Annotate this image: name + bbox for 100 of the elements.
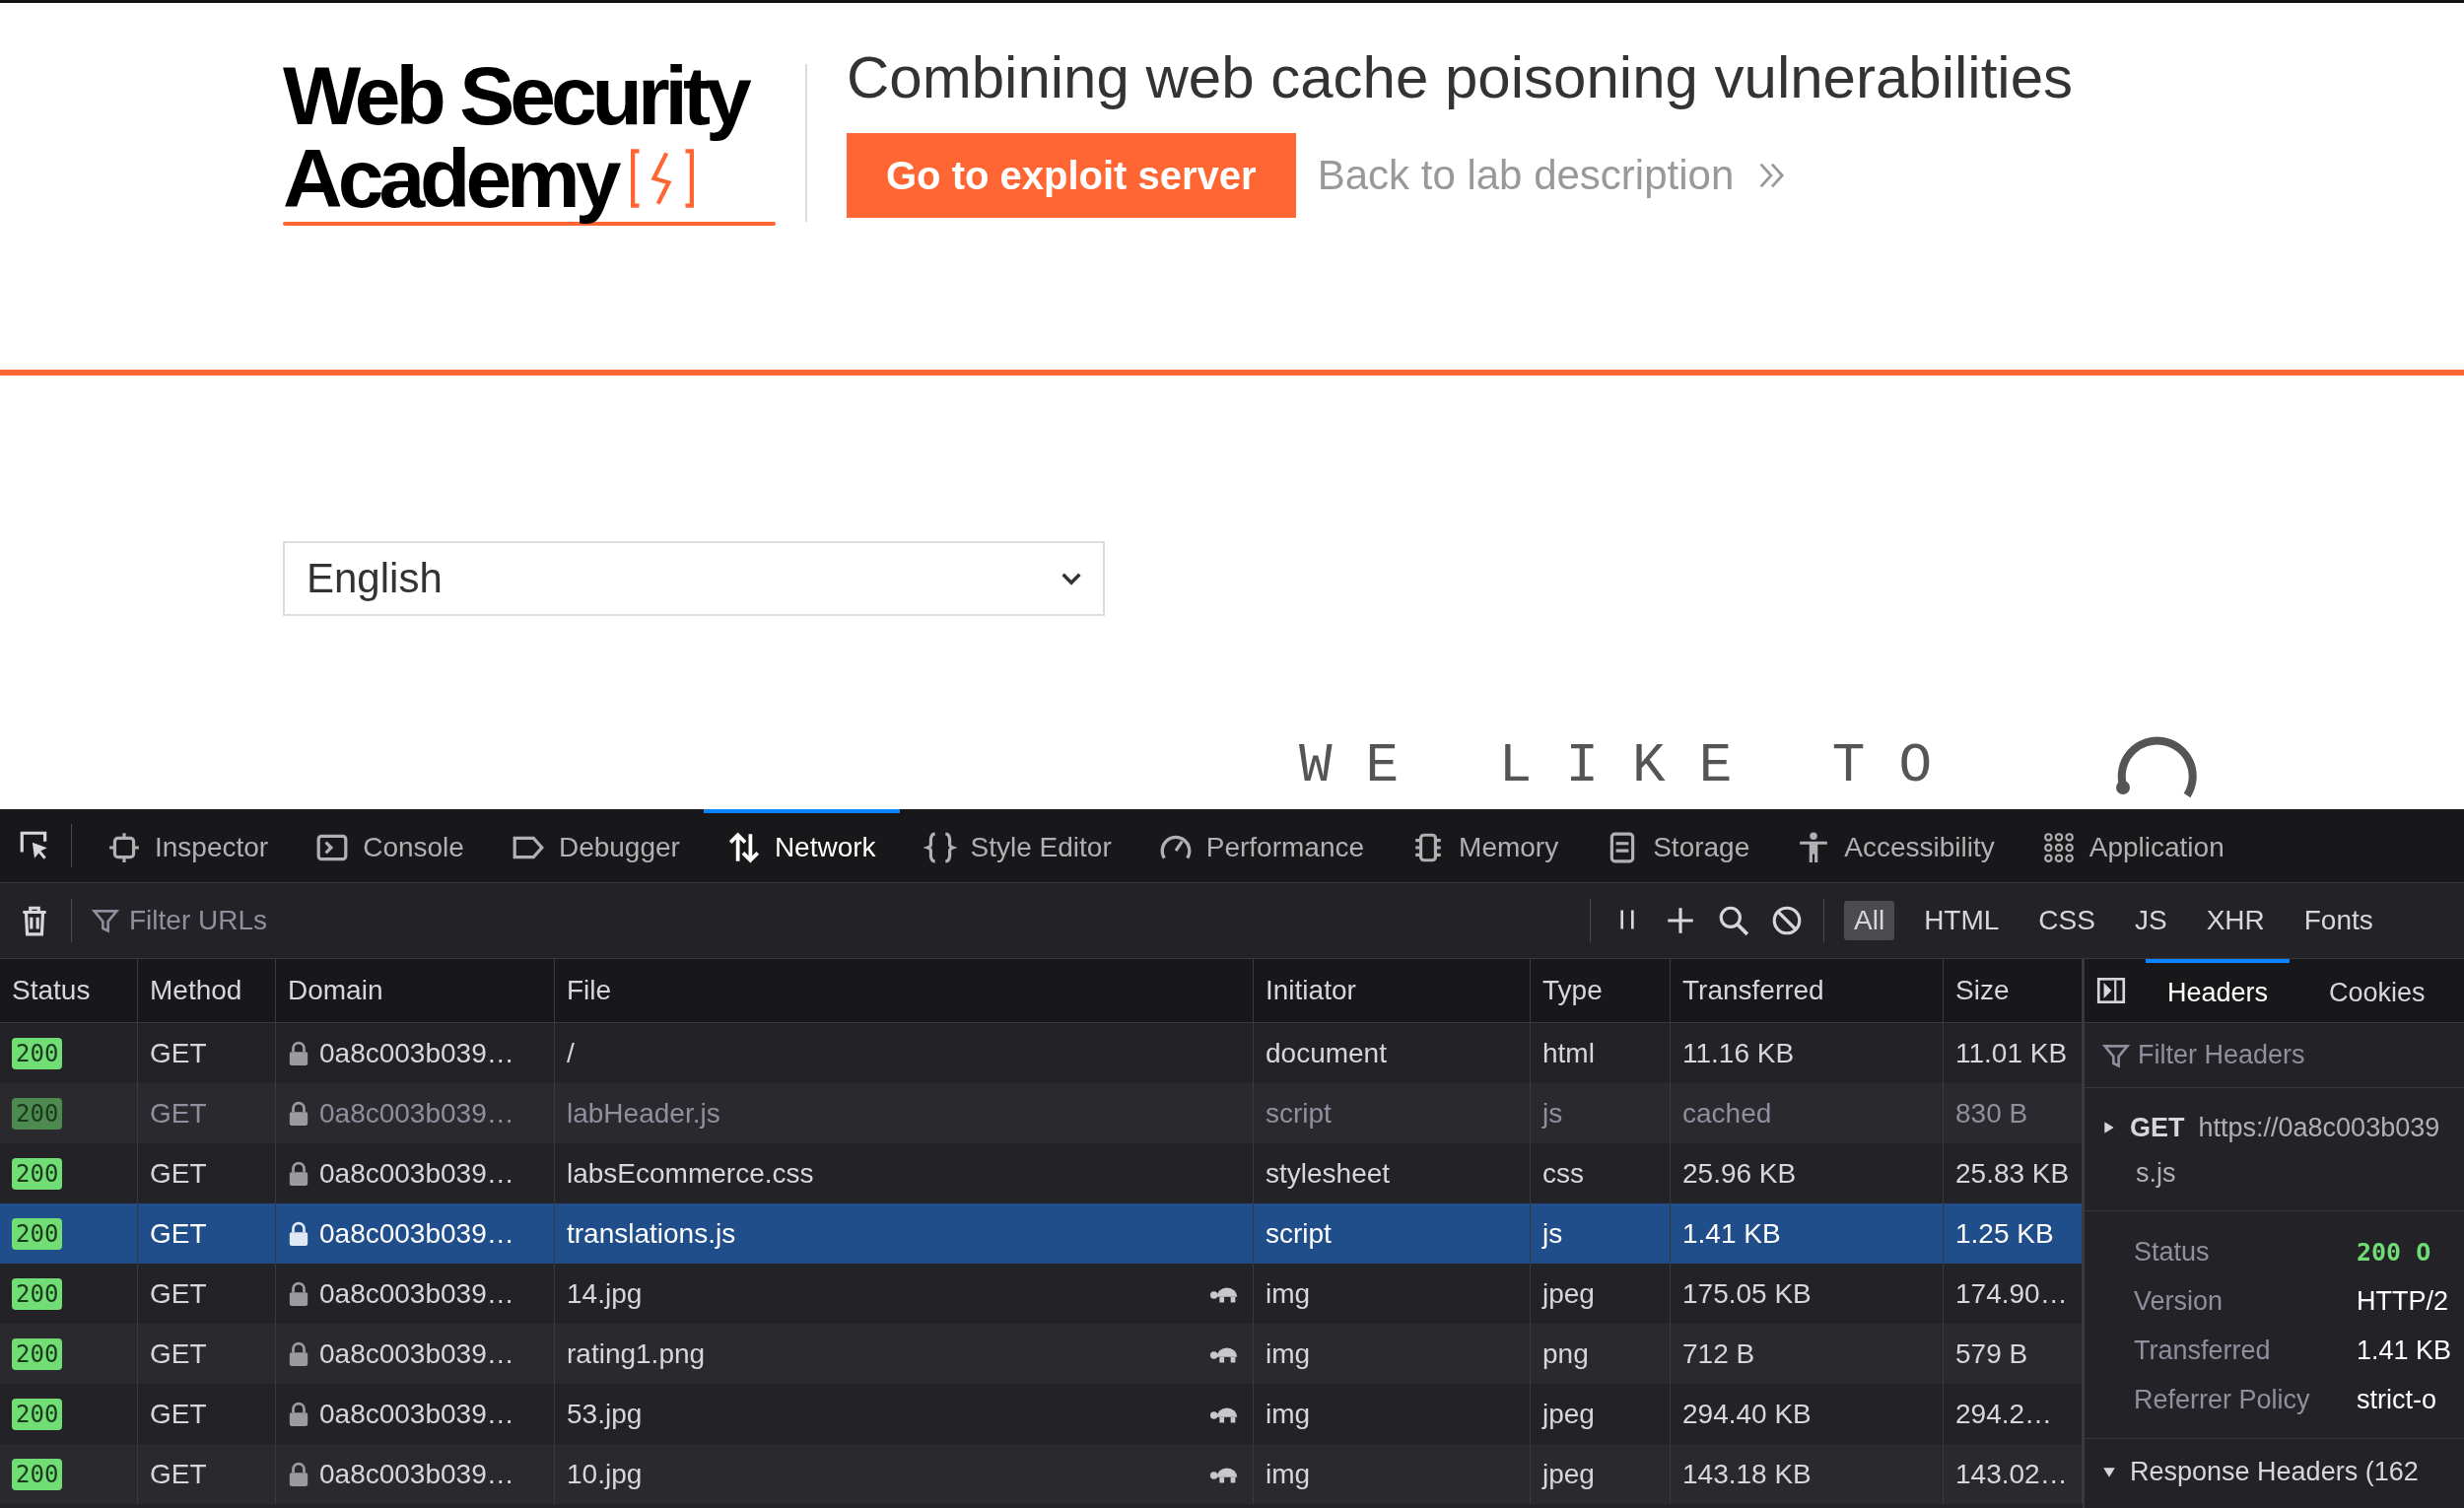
request-url: https://0a8c003b039 xyxy=(2198,1112,2440,1143)
sidebar-tab[interactable]: Cookies xyxy=(2307,959,2447,1023)
column-header[interactable]: Size xyxy=(1944,959,2083,1022)
section-heading[interactable]: Response Headers (162 xyxy=(2130,1457,2419,1487)
type-text: png xyxy=(1542,1337,1589,1370)
method-text: GET xyxy=(150,1157,207,1190)
type-text: jpeg xyxy=(1542,1398,1595,1430)
logo: Web Security Academy xyxy=(283,42,795,226)
devtools-tab[interactable]: Style Editor xyxy=(899,809,1135,883)
lock-icon xyxy=(288,1340,309,1367)
domain-text: 0a8c003b039… xyxy=(319,1037,514,1069)
initiator-text: document xyxy=(1266,1037,1387,1069)
type-filter-button[interactable]: CSS xyxy=(2028,901,2105,940)
initiator-text: img xyxy=(1266,1277,1311,1310)
sidebar-tab[interactable]: Headers xyxy=(2146,959,2291,1023)
domain-text: 0a8c003b039… xyxy=(319,1217,514,1250)
method-text: GET xyxy=(150,1277,207,1310)
block-icon[interactable] xyxy=(1770,904,1804,937)
devtools-tab[interactable]: Application xyxy=(2018,809,2248,883)
file-name: 10.jpg xyxy=(567,1458,643,1490)
type-filter-button[interactable]: HTML xyxy=(1914,901,2010,940)
request-row[interactable]: 200 GET 0a8c003b039… translations.js script js 1.41 KB 1.25 KB xyxy=(0,1203,2083,1264)
type-text: jpeg xyxy=(1542,1458,1595,1490)
transferred-text: 712 B xyxy=(1682,1337,1755,1370)
initiator-text: img xyxy=(1266,1458,1311,1490)
devtools-tab[interactable]: Inspector xyxy=(84,809,293,883)
field-label: Status xyxy=(2134,1236,2211,1268)
expand-arrow-icon[interactable] xyxy=(2102,1465,2116,1479)
file-name: rating1.png xyxy=(567,1337,706,1370)
method-text: GET xyxy=(150,1337,207,1370)
request-url: s.js xyxy=(2135,1157,2177,1190)
devtools-tab[interactable]: Performance xyxy=(1134,809,1389,883)
lock-icon xyxy=(288,1160,309,1187)
status-badge: 200 xyxy=(12,1277,63,1310)
devtools-tab[interactable]: Accessibility xyxy=(1773,809,2019,883)
lock-icon xyxy=(288,1220,309,1247)
devtools-tab[interactable]: Storage xyxy=(1582,809,1774,883)
column-header[interactable]: File xyxy=(555,959,1254,1022)
type-text: js xyxy=(1542,1097,1563,1130)
filter-headers-field[interactable]: Filter Headers xyxy=(2136,1039,2435,1071)
transferred-text: 294.40 KB xyxy=(1682,1398,1812,1430)
size-text: 579 B xyxy=(1955,1337,2028,1370)
file-name: / xyxy=(567,1037,575,1069)
size-text: 143.02… xyxy=(1955,1458,2068,1490)
column-header[interactable]: Type xyxy=(1531,959,1671,1022)
status-badge: 200 xyxy=(12,1097,63,1130)
domain-text: 0a8c003b039… xyxy=(319,1337,514,1370)
expand-arrow-icon[interactable] xyxy=(2102,1121,2116,1134)
file-name: translations.js xyxy=(567,1217,736,1250)
method-text: GET xyxy=(150,1037,207,1069)
filter-urls-field[interactable]: Filter URLs xyxy=(127,904,525,937)
field-label: Version xyxy=(2134,1285,2224,1317)
status-badge: 200 xyxy=(12,1037,63,1069)
devtools-tab[interactable]: Debugger xyxy=(487,809,704,883)
size-text: 11.01 KB xyxy=(1955,1037,2068,1069)
column-header[interactable]: Initiator xyxy=(1254,959,1531,1022)
domain-text: 0a8c003b039… xyxy=(319,1398,514,1430)
transferred-text: 143.18 KB xyxy=(1682,1458,1812,1490)
column-header[interactable]: Status xyxy=(0,959,138,1022)
method-text: GET xyxy=(150,1217,207,1250)
column-header[interactable]: Domain xyxy=(276,959,555,1022)
initiator-text: img xyxy=(1266,1337,1311,1370)
initiator-text: script xyxy=(1266,1217,1332,1250)
devtools-tab[interactable]: Network xyxy=(703,809,900,883)
size-text: 25.83 KB xyxy=(1955,1157,2070,1190)
frame-icon xyxy=(107,831,141,864)
language-select[interactable]: English xyxy=(283,541,1105,616)
status-badge: 200 xyxy=(12,1157,63,1190)
request-row[interactable]: 200 GET 0a8c003b039… rating1.png img png 712 B 579 B xyxy=(0,1324,2083,1384)
lock-icon xyxy=(288,1100,309,1127)
initiator-text: img xyxy=(1266,1398,1311,1430)
lab-title: Combining web cache poisoning vulnerabilities xyxy=(847,43,2074,112)
column-header[interactable]: Method xyxy=(138,959,276,1022)
file-name: 53.jpg xyxy=(567,1398,643,1430)
size-text: 174.90… xyxy=(1955,1277,2068,1310)
lock-icon xyxy=(288,1401,309,1427)
initiator-text: stylesheet xyxy=(1266,1157,1391,1190)
status-badge: 200 xyxy=(12,1337,63,1370)
domain-text: 0a8c003b039… xyxy=(319,1097,514,1130)
banner-heading: WE LIKE TO xyxy=(1299,734,1966,797)
method-text: GET xyxy=(150,1458,207,1490)
request-row[interactable]: 200 GET 0a8c003b039… 10.jpg img jpeg 143.18 KB 143.02… xyxy=(0,1444,2083,1504)
funnel-icon xyxy=(92,907,119,934)
column-header[interactable]: Transferred xyxy=(1671,959,1944,1022)
type-filter-button[interactable]: JS xyxy=(2124,901,2177,940)
transferred-text: 1.41 KB xyxy=(1682,1217,1781,1250)
type-filter-button[interactable]: All xyxy=(1844,901,1895,940)
transferred-text: cached xyxy=(1682,1097,1772,1130)
lock-icon xyxy=(288,1280,309,1307)
field-label: Transferred xyxy=(2134,1335,2272,1366)
lock-icon xyxy=(288,1040,309,1066)
type-text: jpeg xyxy=(1542,1277,1595,1310)
request-row[interactable]: 200 GET 0a8c003b039… labHeader.js script js cached 830 B xyxy=(0,1083,2083,1143)
type-filter-button[interactable]: XHR xyxy=(2196,901,2275,940)
braces-icon xyxy=(923,831,957,864)
search-icon[interactable] xyxy=(1717,904,1750,937)
status-badge: 200 xyxy=(12,1458,63,1490)
devtools-tab[interactable]: Console xyxy=(292,809,488,883)
type-filter-button[interactable]: Fonts xyxy=(2293,901,2383,940)
devtools-tab[interactable]: Memory xyxy=(1388,809,1583,883)
